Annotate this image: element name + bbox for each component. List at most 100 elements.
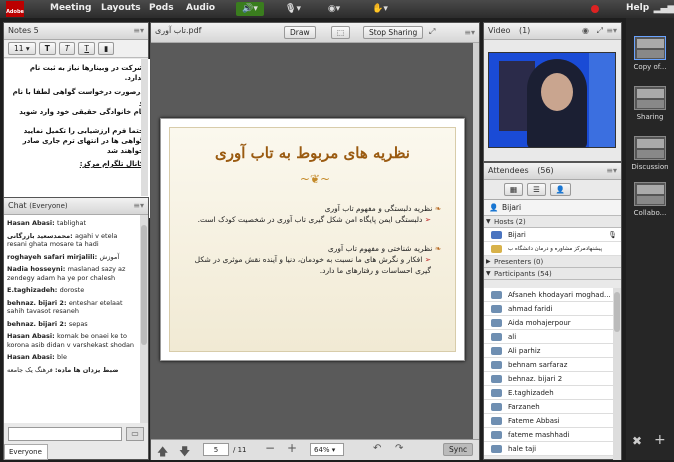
notes-text[interactable]: شرکت در وبینارها نیاز به ثبت نام ندارد. … (4, 59, 150, 218)
grid-view-icon[interactable]: ▦ (504, 183, 524, 196)
font-size-select[interactable]: 11 ▾ (8, 42, 36, 55)
notes-scrollbar[interactable] (141, 59, 148, 196)
pod-menu-icon[interactable]: ≡▾ (133, 201, 144, 210)
list-item[interactable]: fateme mashhadi (484, 428, 614, 442)
host-icon (491, 231, 502, 239)
chat-message: Nadia hosseyni: maslanad sazy az zendegy… (7, 265, 126, 282)
notes-toolbar: 11 ▾ T T T ▮ (4, 40, 148, 58)
color-button[interactable]: ▮ (98, 42, 115, 55)
webcam-icon[interactable]: ◉ (582, 26, 589, 35)
fullscreen-icon[interactable]: ⤢ (429, 27, 435, 37)
menu-layouts[interactable]: Layouts (101, 3, 141, 13)
microphone-icon[interactable]: 🎙▾ (283, 2, 303, 16)
list-item[interactable]: ali (484, 330, 614, 344)
list-item[interactable]: Afsaneh khodayari moghad... (484, 288, 614, 302)
speaker-icon[interactable]: 🔊▾ (236, 2, 264, 16)
redo-icon[interactable]: ↷ (395, 443, 403, 454)
chat-pod: Chat (Everyone) ≡▾ Hasan Abasi: tabligha… (3, 197, 149, 460)
slide-content: نظریه های مربوط به تاب آوری ~❦~ ❧ نظریه … (169, 127, 456, 352)
chat-input[interactable] (8, 427, 122, 441)
list-item[interactable]: Aida mohajerpour (484, 316, 614, 330)
host-icon (491, 245, 502, 253)
next-page-icon[interactable]: 🡇 (179, 443, 190, 462)
notes-header: Notes 5 ≡▾ (4, 23, 148, 40)
layout-collaboration[interactable]: Collabo... (630, 182, 670, 217)
list-item[interactable]: Bijari 🎙 (484, 228, 621, 242)
chat-message: محمدسعید بازرگانی: agahi v etela resani … (7, 231, 118, 249)
pod-menu-icon[interactable]: ≡▾ (606, 166, 617, 175)
chat-message: E.taghizadeh: doroste (7, 286, 85, 294)
layout-copy-of[interactable]: Copy of... (630, 36, 670, 71)
share-header: تاب آوری.pdf Draw ⬚ Stop Sharing ⤢ ≡▾ (151, 23, 479, 43)
list-item[interactable]: Ali parhiz (484, 344, 614, 358)
menu-audio[interactable]: Audio (186, 3, 215, 13)
add-layout-icon[interactable]: + (654, 432, 666, 448)
list-view-icon[interactable]: ☰ (527, 183, 546, 196)
list-item[interactable]: پیشنهادمرکز مشاوره و درمان دانشگاه ب (484, 242, 621, 256)
page-total: / 11 (233, 446, 247, 454)
menu-meeting[interactable]: Meeting (50, 3, 91, 13)
participants-list: Afsaneh khodayari moghad... ahmad faridi… (484, 288, 614, 460)
bold-button[interactable]: T (38, 42, 56, 55)
participant-icon (491, 445, 502, 453)
fullscreen-icon[interactable]: ⤢ (597, 26, 603, 36)
menu-help[interactable]: Help (626, 3, 649, 13)
video-pod: Video (1) ◉ ⤢ ≡▾ (483, 22, 622, 162)
presentation-slide: نظریه های مربوط به تاب آوری ~❦~ ❧ نظریه … (160, 118, 465, 361)
share-filename: تاب آوری.pdf (155, 26, 202, 35)
italic-button[interactable]: T (58, 42, 76, 55)
webcam-icon[interactable]: ◉▾ (324, 2, 344, 16)
microphone-icon: 🎙 (608, 231, 617, 239)
list-item[interactable]: behnam sarfaraz (484, 358, 614, 372)
share-scrollbar[interactable] (473, 43, 479, 439)
participants-section[interactable]: ▼ Participants (54) (484, 268, 621, 280)
user-status-icon[interactable]: 👤 (549, 183, 572, 196)
attendees-pod: Attendees (56) ≡▾ ▦ ☰ 👤 👤 Bijari ▼ Hosts … (483, 162, 622, 460)
list-item[interactable]: Fateme Abbasi (484, 414, 614, 428)
pointer-tool-icon[interactable]: ⬚ (331, 26, 351, 39)
stop-sharing-button[interactable]: Stop Sharing (363, 26, 424, 39)
collapse-triangle-icon: ▶ (486, 258, 491, 265)
tools-icon[interactable]: ✖ (632, 434, 642, 448)
layout-sharing[interactable]: Sharing (630, 86, 670, 121)
hosts-section[interactable]: ▼ Hosts (2) (484, 216, 621, 228)
list-item[interactable]: E.taghizadeh (484, 386, 614, 400)
list-item[interactable]: hale taji (484, 442, 614, 456)
send-message-icon[interactable]: ▭ (126, 427, 144, 441)
underline-button[interactable]: T (78, 42, 96, 55)
participant-icon (491, 347, 502, 355)
sync-button[interactable]: Sync (443, 443, 474, 456)
layout-discussion[interactable]: Discussion (630, 136, 670, 171)
chat-messages: Hasan Abasi: tablighat محمدسعید بازرگانی… (4, 215, 141, 423)
layout-thumbnail-icon (634, 182, 666, 206)
pod-menu-icon[interactable]: ≡▾ (606, 26, 617, 35)
collapse-triangle-icon: ▼ (486, 218, 491, 225)
chat-header: Chat (Everyone) ≡▾ (4, 198, 148, 215)
list-item[interactable]: ahmad faridi (484, 302, 614, 316)
participant-icon (491, 333, 502, 341)
chat-scrollbar[interactable] (140, 215, 148, 423)
attendees-scrollbar[interactable] (613, 288, 621, 460)
record-icon[interactable] (590, 2, 600, 16)
top-menu-bar: Adobe Meeting Layouts Pods Audio 🔊▾ 🎙▾ ◉… (0, 0, 674, 18)
list-item[interactable]: behnaz. bijari 2 (484, 372, 614, 386)
pod-menu-icon[interactable]: ≡▾ (133, 26, 144, 35)
slide-bullets: ❧ نظریه دلبستگی و مفهوم تاب آوری ➢ دلبست… (194, 204, 441, 275)
video-feed (488, 52, 616, 148)
my-status-row[interactable]: 👤 Bijari (484, 200, 621, 216)
chat-tab-everyone[interactable]: Everyone (4, 444, 48, 460)
presenters-section[interactable]: ▶ Presenters (0) (484, 256, 621, 268)
page-number-input[interactable]: 5 (203, 443, 229, 456)
raise-hand-icon[interactable]: ✋▾ (370, 2, 390, 16)
previous-page-icon[interactable]: 🡅 (157, 443, 168, 462)
zoom-out-icon[interactable]: − (265, 441, 275, 455)
menu-pods[interactable]: Pods (149, 3, 174, 13)
draw-button[interactable]: Draw (284, 26, 316, 39)
participant-icon (491, 305, 502, 313)
zoom-in-icon[interactable]: + (287, 441, 297, 455)
participant-icon (491, 319, 502, 327)
pod-menu-icon[interactable]: ≡▾ (464, 28, 475, 37)
undo-icon[interactable]: ↶ (373, 443, 381, 454)
list-item[interactable]: Farzaneh (484, 400, 614, 414)
zoom-select[interactable]: 64% ▾ (310, 443, 344, 456)
